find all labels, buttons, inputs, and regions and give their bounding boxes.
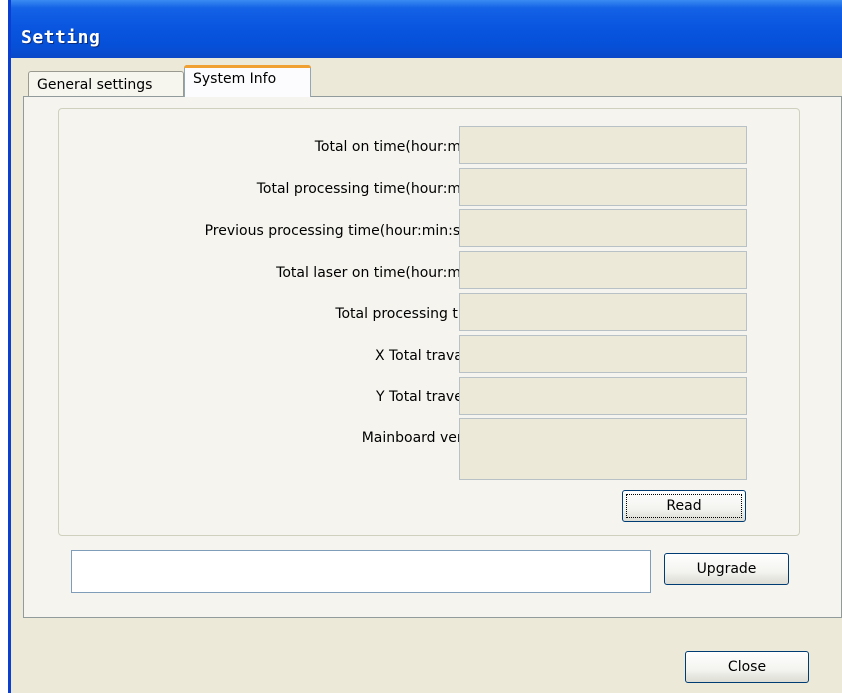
total-laser-on-time-field[interactable]	[459, 251, 747, 289]
read-button[interactable]: Read	[622, 490, 746, 522]
total-processing-times-field[interactable]	[459, 293, 747, 331]
tab-general-settings[interactable]: General settings	[28, 71, 184, 97]
previous-processing-time-field[interactable]	[459, 209, 747, 247]
read-button-label: Read	[666, 498, 702, 514]
y-total-travel-field[interactable]	[459, 377, 747, 415]
total-processing-time-field[interactable]	[459, 168, 747, 206]
x-total-travel-field[interactable]	[459, 335, 747, 373]
title-bar[interactable]: Setting	[11, 0, 842, 58]
upgrade-button[interactable]: Upgrade	[664, 553, 789, 585]
total-on-time-field[interactable]	[459, 126, 747, 164]
tab-system-info[interactable]: System Info	[184, 65, 311, 97]
settings-dialog: Setting General settings System Info Tot…	[8, 0, 842, 693]
system-info-panel: Total on time(hour:min:s): Total process…	[23, 96, 842, 618]
window-title: Setting	[21, 27, 101, 48]
mainboard-version-field[interactable]	[459, 418, 747, 480]
previous-processing-time-label: Previous processing time(hour:min:s:ms):	[204, 223, 496, 239]
close-button[interactable]: Close	[685, 651, 809, 683]
upgrade-file-input[interactable]	[71, 550, 651, 593]
